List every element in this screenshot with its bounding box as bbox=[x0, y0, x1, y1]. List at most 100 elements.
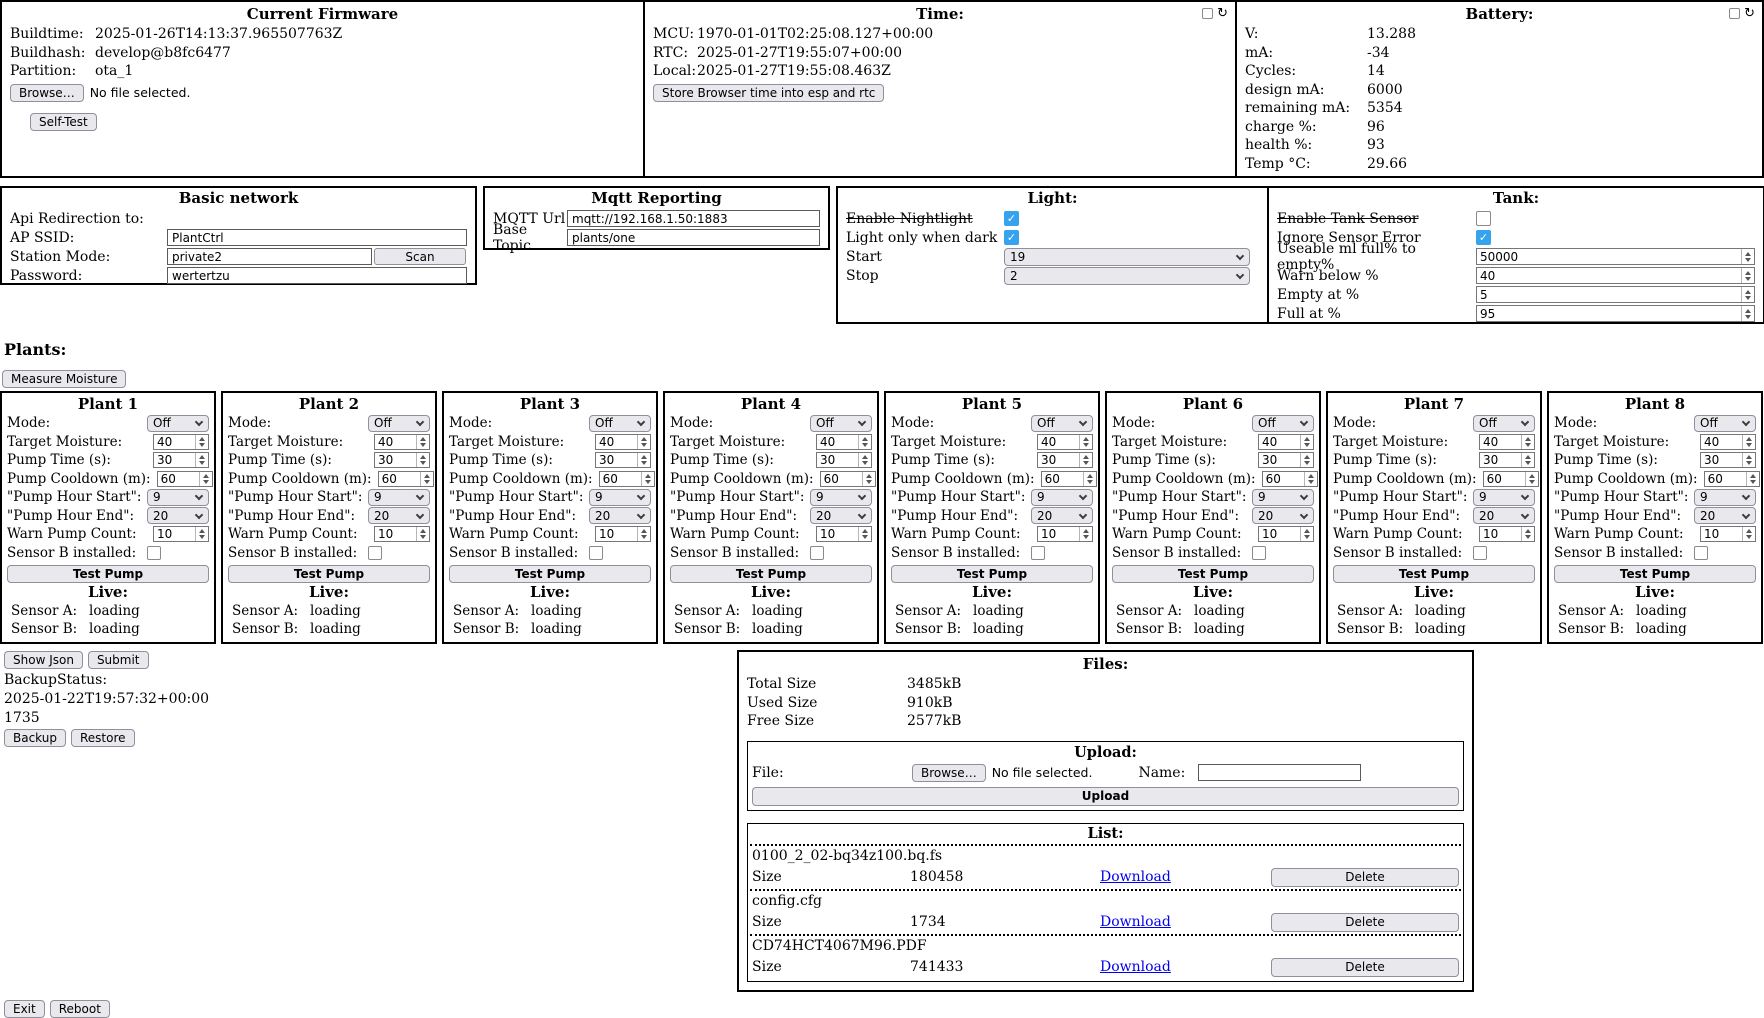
pump-cooldown-input[interactable]: 60 bbox=[1041, 471, 1097, 487]
pump-hour-end-select[interactable]: 20 bbox=[1473, 507, 1535, 524]
test-pump-button[interactable]: Test Pump bbox=[1112, 565, 1314, 583]
test-pump-button[interactable]: Test Pump bbox=[1554, 565, 1756, 583]
sensor-b-installed-checkbox[interactable] bbox=[1252, 546, 1266, 560]
step-up-icon[interactable] bbox=[1745, 271, 1751, 275]
sensor-b-installed-checkbox[interactable] bbox=[147, 546, 161, 560]
download-link[interactable]: Download bbox=[1100, 914, 1171, 930]
pump-time-input[interactable]: 30 bbox=[1700, 452, 1756, 468]
test-pump-button[interactable]: Test Pump bbox=[1333, 565, 1535, 583]
pump-time-input[interactable]: 30 bbox=[1037, 452, 1093, 468]
step-up-icon[interactable] bbox=[199, 437, 205, 441]
self-test-button[interactable]: Self-Test bbox=[30, 113, 97, 131]
tank-empty-input[interactable]: 5 bbox=[1476, 286, 1755, 303]
step-down-icon[interactable] bbox=[1746, 461, 1752, 465]
battery-auto-refresh-checkbox[interactable] bbox=[1729, 8, 1740, 19]
step-down-icon[interactable] bbox=[862, 461, 868, 465]
step-down-icon[interactable] bbox=[199, 443, 205, 447]
ignore-sensor-error-checkbox[interactable] bbox=[1476, 230, 1491, 245]
step-down-icon[interactable] bbox=[1304, 461, 1310, 465]
step-down-icon[interactable] bbox=[641, 461, 647, 465]
pump-hour-end-select[interactable]: 20 bbox=[1694, 507, 1756, 524]
stepper-arrows[interactable] bbox=[1079, 435, 1092, 449]
step-up-icon[interactable] bbox=[199, 455, 205, 459]
step-up-icon[interactable] bbox=[1525, 455, 1531, 459]
step-up-icon[interactable] bbox=[866, 474, 872, 478]
pump-time-input[interactable]: 30 bbox=[153, 452, 209, 468]
delete-button[interactable]: Delete bbox=[1271, 868, 1459, 887]
stepper-arrows[interactable] bbox=[862, 472, 875, 486]
step-up-icon[interactable] bbox=[1087, 474, 1093, 478]
warn-pump-count-input[interactable]: 10 bbox=[595, 526, 651, 542]
step-up-icon[interactable] bbox=[203, 474, 209, 478]
pump-hour-start-select[interactable]: 9 bbox=[810, 489, 872, 506]
test-pump-button[interactable]: Test Pump bbox=[449, 565, 651, 583]
stepper-arrows[interactable] bbox=[1521, 435, 1534, 449]
stepper-arrows[interactable] bbox=[1741, 268, 1754, 283]
stepper-arrows[interactable] bbox=[858, 435, 871, 449]
pump-time-input[interactable]: 30 bbox=[595, 452, 651, 468]
stepper-arrows[interactable] bbox=[1741, 306, 1754, 321]
pump-hour-start-select[interactable]: 9 bbox=[368, 489, 430, 506]
step-down-icon[interactable] bbox=[1304, 443, 1310, 447]
stepper-arrows[interactable] bbox=[1746, 472, 1759, 486]
step-down-icon[interactable] bbox=[424, 480, 430, 484]
step-down-icon[interactable] bbox=[420, 535, 426, 539]
stepper-arrows[interactable] bbox=[1304, 472, 1317, 486]
stepper-arrows[interactable] bbox=[1525, 472, 1538, 486]
mqtt-topic-input[interactable]: plants/one bbox=[567, 229, 820, 246]
pump-cooldown-input[interactable]: 60 bbox=[599, 471, 655, 487]
tank-warn-input[interactable]: 40 bbox=[1476, 267, 1755, 284]
step-down-icon[interactable] bbox=[199, 535, 205, 539]
step-down-icon[interactable] bbox=[862, 443, 868, 447]
step-up-icon[interactable] bbox=[1746, 529, 1752, 533]
warn-pump-count-input[interactable]: 10 bbox=[1700, 526, 1756, 542]
step-down-icon[interactable] bbox=[862, 535, 868, 539]
mode-select[interactable]: Off bbox=[1473, 415, 1535, 432]
light-only-dark-checkbox[interactable] bbox=[1004, 230, 1019, 245]
step-up-icon[interactable] bbox=[1746, 455, 1752, 459]
stepper-arrows[interactable] bbox=[1742, 527, 1755, 541]
step-up-icon[interactable] bbox=[1745, 252, 1751, 256]
stepper-arrows[interactable] bbox=[858, 453, 871, 467]
target-moisture-input[interactable]: 40 bbox=[595, 434, 651, 450]
step-up-icon[interactable] bbox=[641, 529, 647, 533]
pump-hour-start-select[interactable]: 9 bbox=[147, 489, 209, 506]
sensor-b-installed-checkbox[interactable] bbox=[810, 546, 824, 560]
step-up-icon[interactable] bbox=[420, 529, 426, 533]
backup-button[interactable]: Backup bbox=[4, 729, 66, 747]
pump-time-input[interactable]: 30 bbox=[1258, 452, 1314, 468]
stepper-arrows[interactable] bbox=[195, 527, 208, 541]
step-up-icon[interactable] bbox=[1525, 437, 1531, 441]
enable-tank-sensor-checkbox[interactable] bbox=[1476, 211, 1491, 226]
step-up-icon[interactable] bbox=[420, 455, 426, 459]
step-down-icon[interactable] bbox=[1525, 535, 1531, 539]
stepper-arrows[interactable] bbox=[416, 527, 429, 541]
warn-pump-count-input[interactable]: 10 bbox=[153, 526, 209, 542]
step-down-icon[interactable] bbox=[1083, 461, 1089, 465]
stepper-arrows[interactable] bbox=[1742, 453, 1755, 467]
step-up-icon[interactable] bbox=[1308, 474, 1314, 478]
stepper-arrows[interactable] bbox=[637, 453, 650, 467]
step-up-icon[interactable] bbox=[199, 529, 205, 533]
upload-button[interactable]: Upload bbox=[752, 787, 1459, 806]
tank-full-input[interactable]: 95 bbox=[1476, 305, 1755, 322]
stepper-arrows[interactable] bbox=[1742, 435, 1755, 449]
stepper-arrows[interactable] bbox=[1300, 453, 1313, 467]
step-up-icon[interactable] bbox=[1083, 437, 1089, 441]
test-pump-button[interactable]: Test Pump bbox=[670, 565, 872, 583]
step-down-icon[interactable] bbox=[641, 443, 647, 447]
stepper-arrows[interactable] bbox=[1741, 287, 1754, 302]
exit-button[interactable]: Exit bbox=[4, 1000, 45, 1018]
upload-name-input[interactable] bbox=[1198, 764, 1361, 781]
target-moisture-input[interactable]: 40 bbox=[1479, 434, 1535, 450]
pump-cooldown-input[interactable]: 60 bbox=[1483, 471, 1539, 487]
light-start-select[interactable]: 19 bbox=[1004, 248, 1250, 266]
step-down-icon[interactable] bbox=[1745, 277, 1751, 281]
step-down-icon[interactable] bbox=[1745, 258, 1751, 262]
step-down-icon[interactable] bbox=[1529, 480, 1535, 484]
pump-hour-end-select[interactable]: 20 bbox=[1252, 507, 1314, 524]
time-auto-refresh-checkbox[interactable] bbox=[1202, 8, 1213, 19]
show-json-button[interactable]: Show Json bbox=[4, 651, 83, 669]
step-down-icon[interactable] bbox=[645, 480, 651, 484]
reboot-button[interactable]: Reboot bbox=[50, 1000, 110, 1018]
